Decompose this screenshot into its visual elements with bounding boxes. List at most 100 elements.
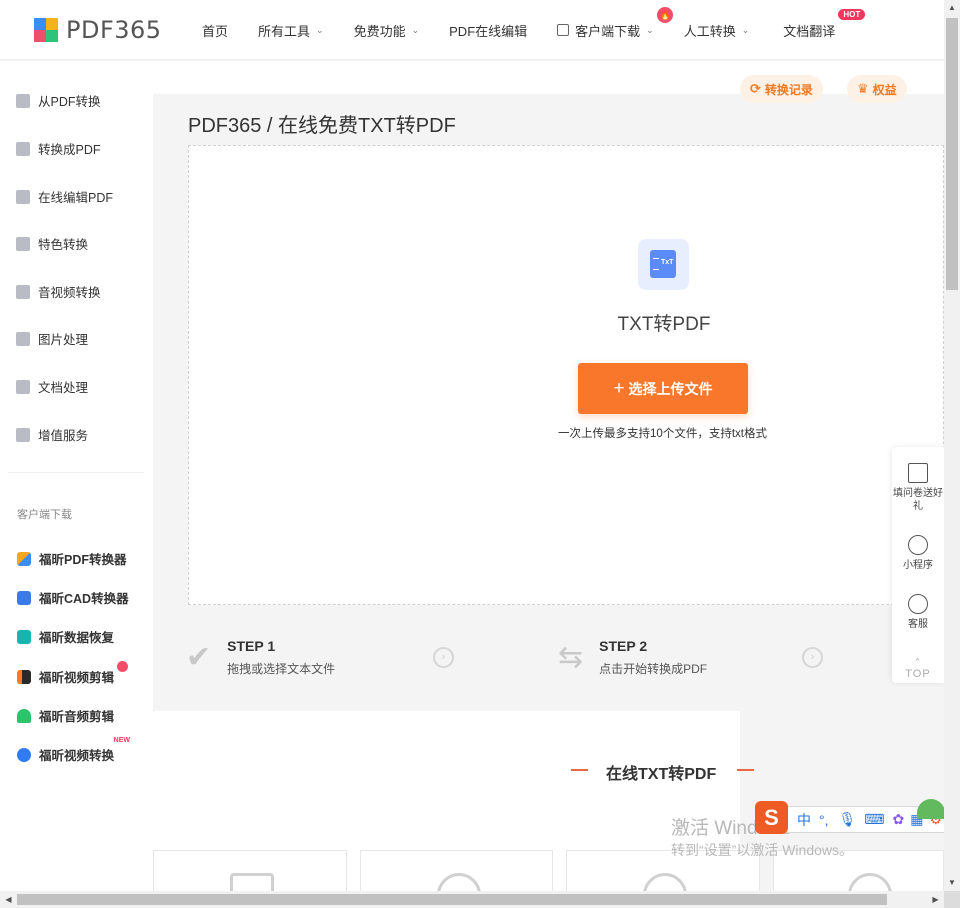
vertical-scrollbar[interactable]: ▲ ▼: [944, 0, 960, 891]
benefits-label: 权益: [872, 82, 897, 97]
top-header: PDF365 首页 所有工具 ⌄ 免费功能 ⌄ PDF在线编辑 客户端下载 ⌄ …: [0, 0, 944, 60]
mini-program-button[interactable]: 小程序: [892, 535, 944, 572]
hot-badge: HOT: [838, 8, 866, 20]
client-video-converter[interactable]: 福昕视频转换 NEW: [17, 737, 130, 764]
nav-client-download[interactable]: 客户端下载 ⌄ 🔥: [557, 6, 674, 40]
skin-icon[interactable]: ✿: [893, 811, 905, 828]
step-title: STEP 1: [227, 638, 276, 654]
ime-mode-toggle[interactable]: 中: [797, 810, 811, 830]
nav-doc-translate[interactable]: 文档翻译 HOT: [783, 8, 866, 40]
keyboard-icon[interactable]: ⌨: [864, 811, 884, 828]
punctuation-icon[interactable]: °,: [819, 812, 829, 828]
upload-file-button[interactable]: + 选择上传文件: [578, 363, 748, 414]
customer-service-button[interactable]: 客服: [892, 594, 944, 631]
conversion-records-button[interactable]: ⟳ 转换记录: [740, 75, 823, 103]
feature-card[interactable]: [153, 850, 347, 895]
doc-lines: [653, 258, 659, 270]
sidebar-item-label: 转换成PDF: [38, 143, 101, 157]
txt-file-icon: [638, 239, 689, 290]
sidebar-item-value-added[interactable]: 增值服务: [16, 425, 88, 444]
nav-pdf-edit[interactable]: PDF在线编辑: [449, 21, 527, 40]
feature-card[interactable]: [360, 850, 553, 895]
chevron-down-icon: ⌄: [741, 24, 750, 35]
sidebar-item-document[interactable]: 文档处理: [16, 377, 88, 396]
logo[interactable]: PDF365: [34, 16, 162, 44]
sidebar-item-edit-pdf[interactable]: 在线编辑PDF: [16, 187, 113, 206]
client-pdf-converter[interactable]: 福昕PDF转换器: [17, 549, 127, 568]
nav-doc-translate-label: 文档翻译: [783, 23, 836, 39]
doc-shape: [650, 250, 676, 278]
nav-home[interactable]: 首页: [202, 21, 228, 40]
upload-file-label: 选择上传文件: [628, 380, 713, 397]
horizontal-scroll-thumb[interactable]: [17, 894, 887, 905]
upload-dropzone[interactable]: [188, 145, 944, 605]
step-desc: 点击开始转换成PDF: [599, 662, 708, 676]
nav-all-tools[interactable]: 所有工具 ⌄: [258, 21, 324, 40]
sidebar-item-label: 增值服务: [38, 429, 89, 443]
section-title-dash-right: [737, 769, 754, 771]
nav-client-download-label: 客户端下载: [575, 23, 641, 39]
sidebar-item-special[interactable]: 特色转换: [16, 234, 88, 253]
scrollbar-corner: [944, 891, 960, 908]
shield-icon: [16, 236, 30, 251]
ime-logo-icon[interactable]: S: [755, 801, 788, 834]
chevron-down-icon: ⌄: [411, 24, 420, 35]
microphone-icon[interactable]: 🎙: [839, 811, 857, 828]
image-icon: [16, 331, 30, 346]
sidebar: 从PDF转换 转换成PDF 在线编辑PDF 特色转换 音视频转换 图片处理 文档…: [0, 61, 153, 891]
data-recovery-icon: [17, 629, 31, 644]
check-icon: ✔: [186, 641, 212, 674]
nav-free-features-label: 免费功能: [353, 23, 406, 39]
video-converter-icon: [17, 747, 31, 762]
assistant-bubble-icon: [917, 799, 945, 819]
sidebar-item-av[interactable]: 音视频转换: [16, 282, 101, 301]
client-label-wrap: 福昕视频剪辑: [39, 661, 129, 686]
client-label: 福昕视频转换: [39, 749, 115, 763]
sidebar-item-from-pdf[interactable]: 从PDF转换: [16, 91, 101, 110]
client-data-recovery[interactable]: 福昕数据恢复: [17, 627, 114, 646]
swap-arrows-icon: ⇆: [558, 641, 584, 674]
section-title: 在线TXT转PDF: [606, 766, 717, 783]
download-icon: [557, 24, 570, 36]
step-desc: 拖拽或选择文本文件: [227, 662, 336, 676]
client-label: 福昕音频剪辑: [39, 710, 115, 724]
new-badge: NEW: [113, 737, 131, 744]
sidebar-item-to-pdf[interactable]: 转换成PDF: [16, 139, 101, 158]
ime-toolbar[interactable]: S 中 °, 🎙 ⌨ ✿ ▦ ⚙: [755, 799, 960, 834]
nav-free-features[interactable]: 免费功能 ⌄: [354, 21, 420, 40]
benefits-button[interactable]: ♛ 权益: [847, 75, 907, 103]
nav-pdf-edit-label: PDF在线编辑: [449, 23, 528, 39]
conversion-records-label: 转换记录: [764, 82, 813, 97]
logo-mark-icon: [34, 18, 58, 42]
crown-icon: ♛: [857, 81, 869, 96]
scroll-up-arrow-icon[interactable]: ▲: [944, 0, 960, 16]
sidebar-item-image[interactable]: 图片处理: [16, 329, 88, 348]
step-arrow-icon: ›: [433, 647, 454, 668]
back-to-top-button[interactable]: ⌃ TOP: [892, 657, 944, 680]
survey-button[interactable]: 填问卷送好礼: [892, 463, 944, 513]
chevron-up-icon: ⌃: [913, 657, 923, 667]
pdf-converter-icon: [17, 551, 31, 566]
sidebar-item-label: 图片处理: [38, 333, 89, 347]
client-label: 福昕PDF转换器: [39, 553, 127, 567]
scroll-right-arrow-icon[interactable]: ▶: [927, 891, 944, 908]
service-icon: [16, 427, 30, 442]
horizontal-scrollbar[interactable]: ◀ ▶: [0, 891, 944, 908]
video-editor-icon: [17, 669, 31, 684]
activation-watermark-subtitle: 转到“设置”以激活 Windows。: [671, 842, 854, 858]
scroll-left-arrow-icon[interactable]: ◀: [0, 891, 17, 908]
nav-manual-convert-label: 人工转换: [683, 23, 736, 39]
chevron-down-icon: ⌄: [646, 24, 654, 35]
client-video-editor[interactable]: 福昕视频剪辑: [17, 661, 129, 686]
step-arrow-icon: ›: [802, 647, 823, 668]
vertical-scroll-thumb[interactable]: [946, 18, 958, 290]
nav-all-tools-label: 所有工具: [258, 23, 311, 39]
client-cad-converter[interactable]: 福昕CAD转换器: [17, 588, 129, 607]
scroll-down-arrow-icon[interactable]: ▼: [944, 875, 960, 891]
nav-manual-convert[interactable]: 人工转换 ⌄: [684, 21, 750, 40]
right-float-bar: 填问卷送好礼 小程序 客服 ⌃ TOP: [892, 447, 944, 683]
main-nav: 首页 所有工具 ⌄ 免费功能 ⌄ PDF在线编辑 客户端下载 ⌄ 🔥 人工转换 …: [190, 0, 866, 60]
step-title: STEP 2: [599, 638, 648, 654]
client-audio-editor[interactable]: 福昕音频剪辑: [17, 706, 114, 725]
client-label: 福昕CAD转换器: [39, 592, 129, 606]
